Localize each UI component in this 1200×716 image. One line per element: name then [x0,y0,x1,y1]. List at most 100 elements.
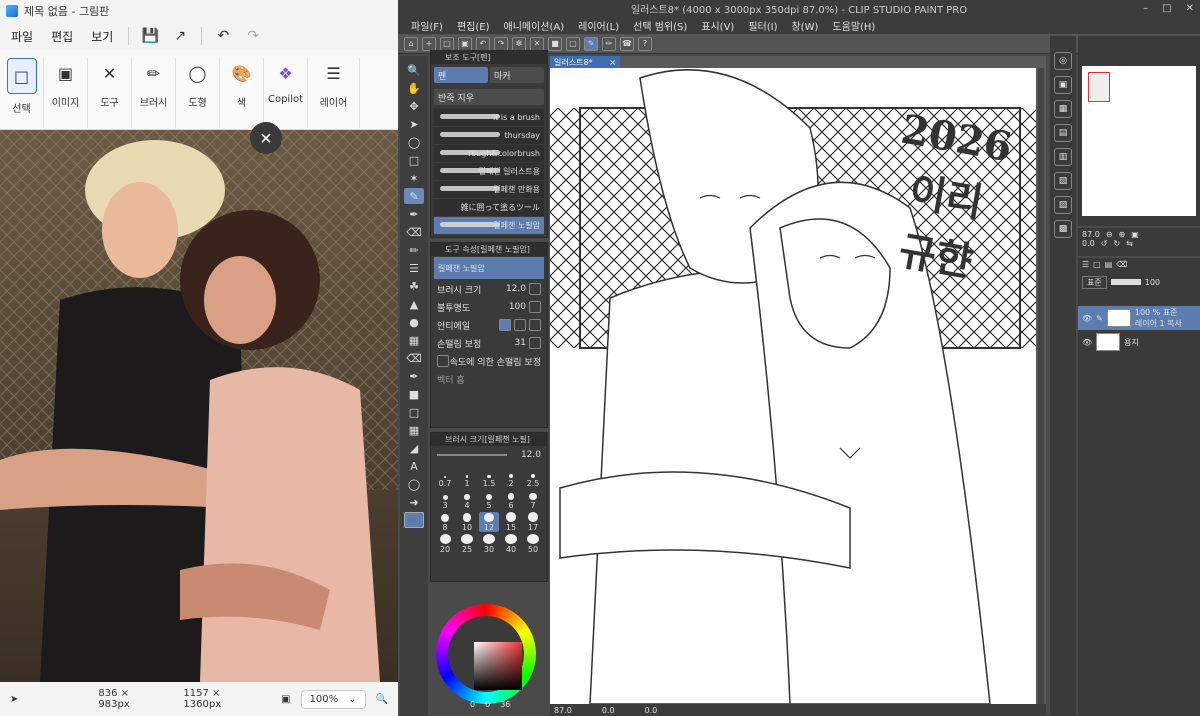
zoom-out-icon[interactable]: 🔍 [366,694,398,705]
gradient-icon[interactable]: ■ [404,386,424,402]
info-icon[interactable]: ▦ [1054,100,1072,118]
navigator-viewport[interactable] [1088,72,1110,102]
menu-file[interactable]: 파일(F) [404,18,450,33]
prop-checkbox[interactable] [529,301,541,313]
save-icon[interactable]: ▣ [458,36,472,51]
ribbon-select[interactable]: □ 선택 [0,58,44,128]
brush-item[interactable]: 릴페챈 일러스트용 [434,163,544,180]
ribbon-layers[interactable]: ☰ 레이어 [308,58,360,128]
arrow-icon[interactable]: ➤ [404,116,424,132]
balloon-icon[interactable]: ◯ [404,476,424,492]
brush-size-option[interactable]: 15 [501,512,521,532]
brush-item[interactable]: 릴페챈 노필압 [434,217,544,234]
brush-item[interactable]: 릴페챈 만화용 [434,181,544,198]
open-icon[interactable]: □ [440,36,454,51]
menu-window[interactable]: 창(W) [784,18,825,33]
minimize-icon[interactable]: – [1143,3,1148,14]
clear-icon[interactable]: ✕ [530,36,544,51]
close-icon[interactable]: ✕ [250,122,282,154]
offset-value[interactable]: 0.0 [645,706,658,715]
loading-icon[interactable]: ✼ [512,36,526,51]
document-tab[interactable]: 일러스트8* × [550,56,620,68]
marquee-icon[interactable]: □ [404,152,424,168]
correct-line-icon[interactable]: ➜ [404,494,424,510]
prop-vector[interactable]: 벡터 흡 [431,370,547,388]
frame-icon[interactable]: ▦ [404,422,424,438]
prop-brush-size[interactable]: 브러시 크기 12.0 [431,280,547,298]
redo-icon[interactable]: ↷ [240,25,266,47]
drawing-canvas[interactable]: 2026 이리 규햔 [550,68,1036,704]
menu-selection[interactable]: 선택 범위(S) [626,18,694,33]
brush-size-option[interactable]: 30 [479,534,499,554]
redo-icon[interactable]: ↷ [494,36,508,51]
brush-size-option[interactable]: 1 [457,468,477,488]
delete-icon[interactable]: ⌫ [1116,260,1127,272]
brush-size-option[interactable]: 7 [523,490,543,510]
brush-size-option[interactable]: 3 [435,490,455,510]
material-icon[interactable]: ▨ [1054,196,1072,214]
lasso-icon[interactable]: ◯ [404,134,424,150]
tab-marker[interactable]: 마커 [490,67,544,83]
home-icon[interactable]: ⌂ [404,36,418,51]
blend-mode-select[interactable]: 표준 [1082,275,1107,289]
eraser2-icon[interactable]: ⌫ [404,350,424,366]
brush-size-option[interactable]: 6 [501,490,521,510]
brush-icon[interactable]: ✏ [404,242,424,258]
phone-icon[interactable]: ☎ [620,36,634,51]
brush-item[interactable]: thursday [434,127,544,144]
undo-icon[interactable]: ↶ [210,25,236,47]
tab-blend[interactable]: 반죽 지우 [434,89,544,105]
menu-help[interactable]: 도움말(H) [825,18,882,33]
brush-size-option[interactable]: 12 [479,512,499,532]
prop-checkbox[interactable] [529,337,541,349]
layer-property-icon[interactable]: ▩ [1054,220,1072,238]
brush-size-option[interactable]: 25 [457,534,477,554]
save-icon[interactable]: 💾 [137,25,163,47]
grid-icon[interactable]: ▦ [404,332,424,348]
ribbon-brush[interactable]: ✏ 브러시 [132,58,176,128]
ribbon-copilot[interactable]: ❖ Copilot [264,58,308,128]
brush-size-option[interactable]: 1.5 [479,468,499,488]
nav-rotation-value[interactable]: 0.0 [1082,239,1095,248]
crop-icon[interactable]: ▢ [566,36,580,51]
paint-canvas[interactable] [0,130,398,682]
close-icon[interactable]: × [609,58,616,67]
menu-filter[interactable]: 필터(I) [741,18,784,33]
navigator-icon[interactable]: ◎ [1054,52,1072,70]
ribbon-color[interactable]: 🎨 색 [220,58,264,128]
fit-icon[interactable]: ▣ [271,694,300,705]
prop-antialias[interactable]: 안티에일 [431,316,547,334]
menu-view[interactable]: 표시(V) [694,18,741,33]
color-wheel[interactable] [436,604,536,704]
item-bank-icon[interactable]: ▤ [1054,124,1072,142]
vertical-scrollbar[interactable] [1038,68,1044,704]
antialias-option[interactable] [499,319,511,331]
brush-size-option[interactable]: 4 [457,490,477,510]
brush-item[interactable]: 雑に囲って塗るツール [434,199,544,216]
airbrush-icon[interactable]: ☘ [404,278,424,294]
menu-edit[interactable]: 편집 [44,24,80,49]
pen-tool-icon[interactable]: ✎ [584,36,598,51]
ribbon-tools[interactable]: ✕ 도구 [88,58,132,128]
brush-item[interactable]: it is a brush [434,109,544,126]
menu-edit[interactable]: 편집(E) [450,18,497,33]
antialias-option[interactable] [529,319,541,331]
sub-view-icon[interactable]: ▣ [1054,76,1072,94]
folder-icon[interactable]: ▤ [1105,260,1113,272]
zoom-out-icon[interactable]: ⊖ [1106,230,1113,239]
flip-icon[interactable]: ⇆ [1126,239,1133,248]
rotation-value[interactable]: 0.0 [602,706,615,715]
brush-size-option[interactable]: 8 [435,512,455,532]
menu-view[interactable]: 보기 [84,24,120,49]
fill-icon[interactable]: ▲ [404,296,424,312]
prop-stabilization[interactable]: 손떨림 보정 31 [431,334,547,352]
shape-icon[interactable]: □ [404,404,424,420]
fit-icon[interactable]: ▣ [1131,230,1139,239]
new-icon[interactable]: + [422,36,436,51]
ruler-icon[interactable]: ◢ [404,440,424,456]
color-swatch-icon[interactable] [404,512,424,528]
layer-row[interactable]: 👁 ✎ 100 % 표준 레이어 1 복사 [1078,306,1200,330]
brush-size-option[interactable]: 50 [523,534,543,554]
maximize-icon[interactable]: □ [1162,3,1171,14]
menu-animation[interactable]: 애니메이션(A) [497,18,572,33]
